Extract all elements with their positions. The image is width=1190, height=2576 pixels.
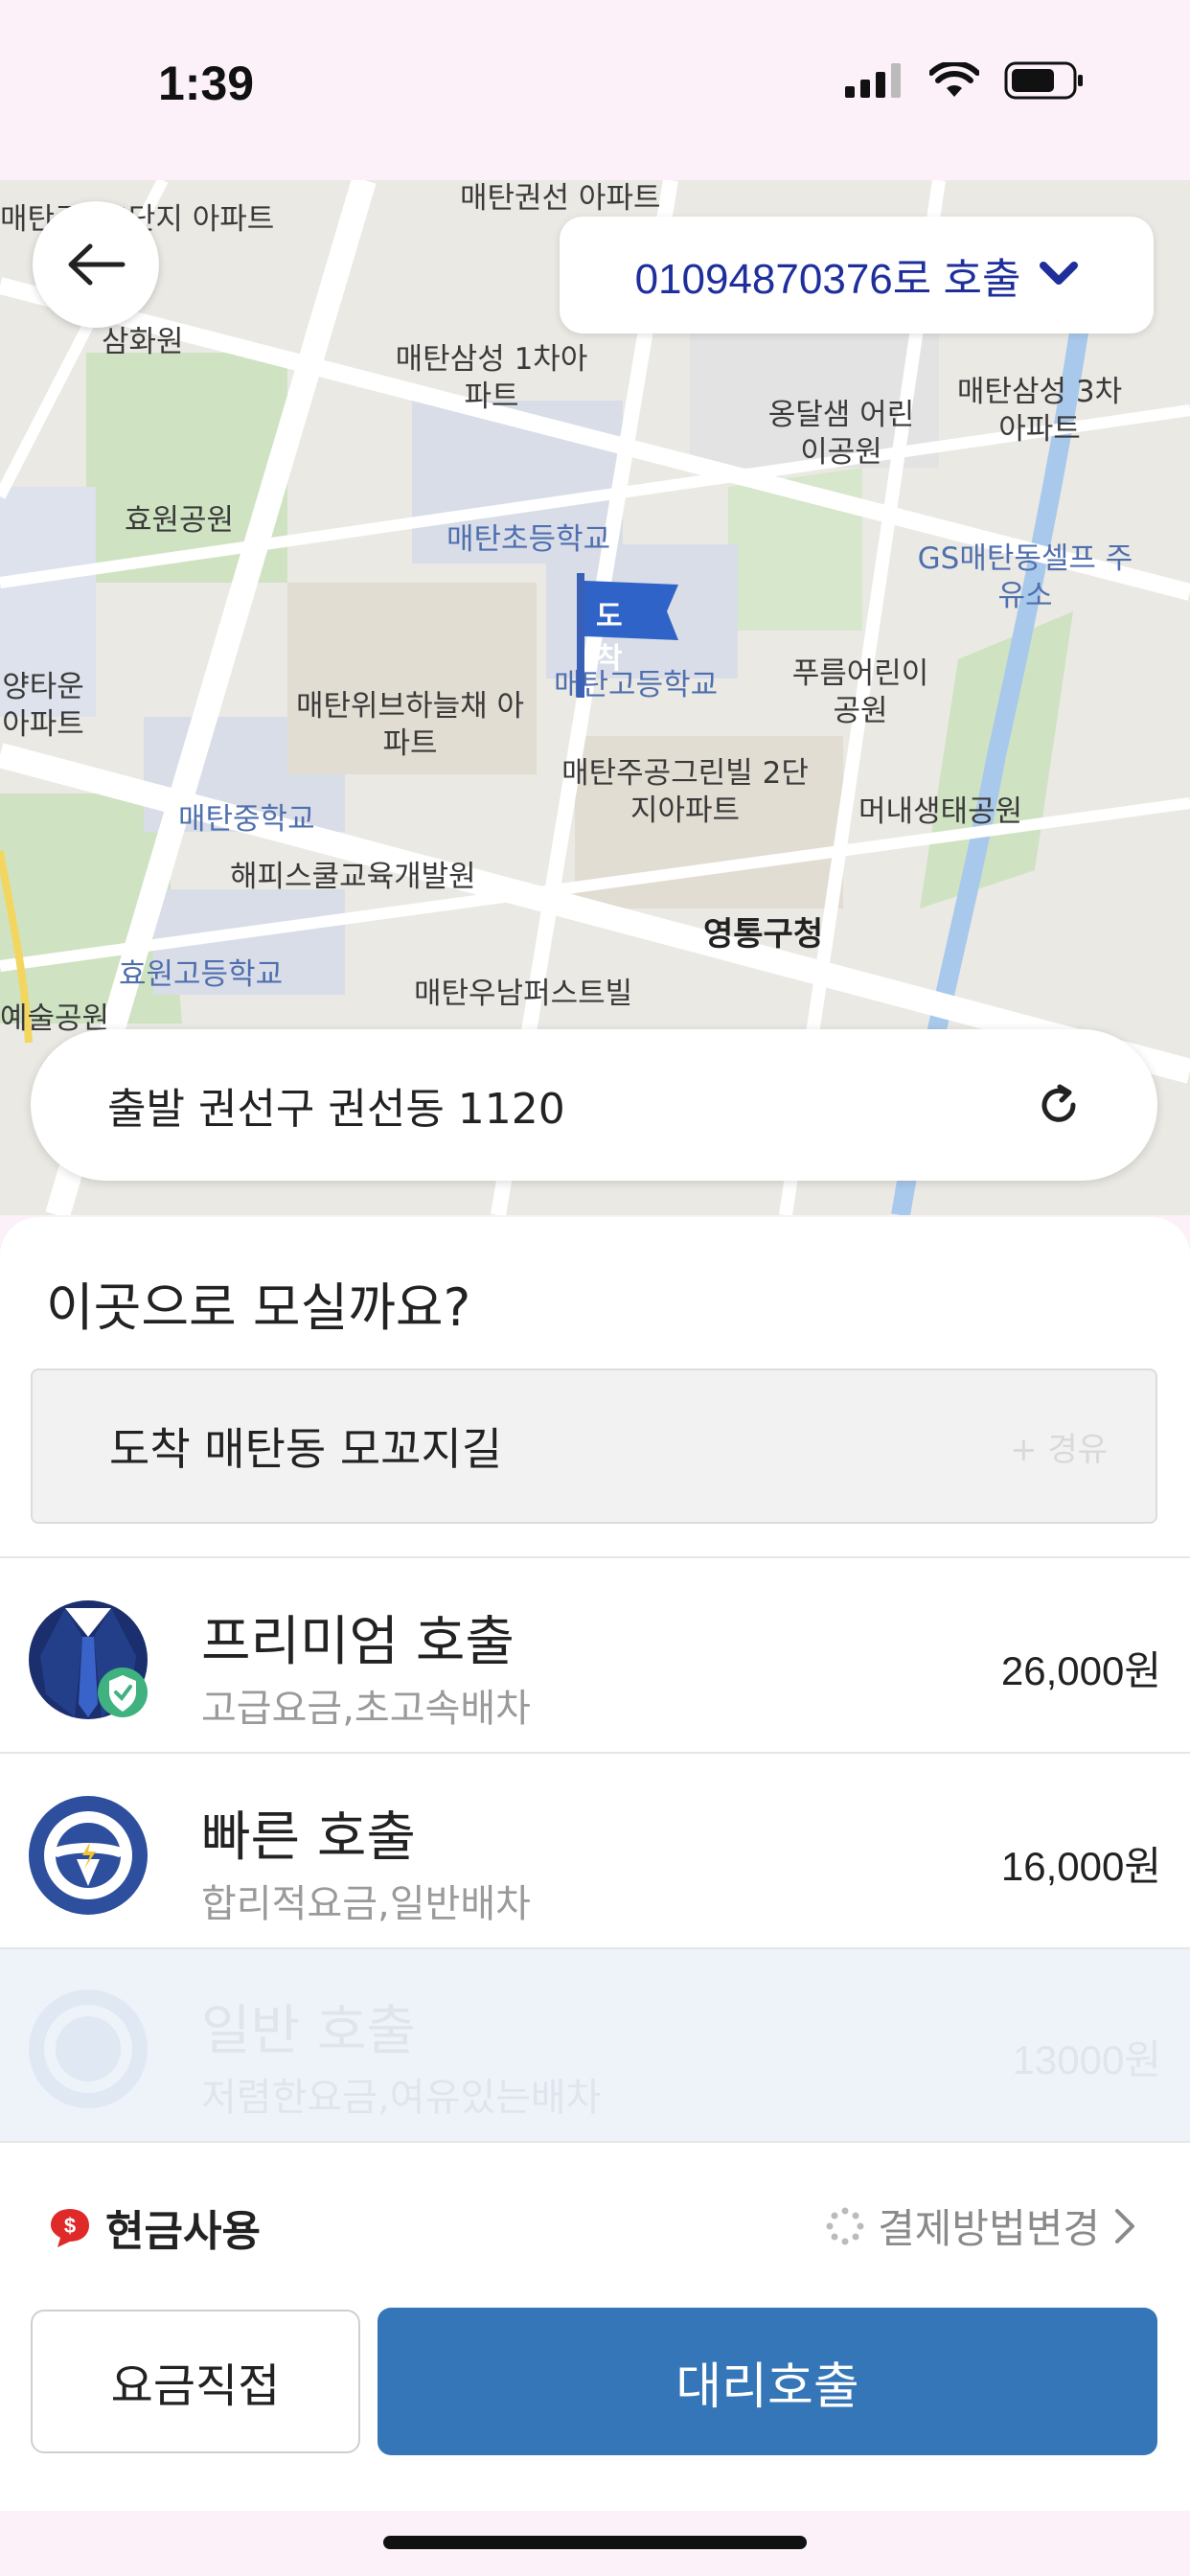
option-subtitle: 합리적요금,일반배차 xyxy=(201,1882,531,1926)
loading-spinner-icon xyxy=(826,2207,864,2244)
option-price: 16,000원 xyxy=(1000,1844,1161,1889)
refresh-icon[interactable] xyxy=(1037,1083,1081,1127)
cash-icon: $ xyxy=(51,2209,89,2247)
option-price: 13000원 xyxy=(1012,2037,1161,2082)
map-label: 매탄권선 아파트 xyxy=(460,181,661,216)
payment-method-label: 현금사용 xyxy=(105,2207,261,2256)
destination-flag-label: 도착 xyxy=(596,600,623,676)
map-label: 삼화원 xyxy=(102,325,184,359)
map-label: 옹달샘 어린이공원 xyxy=(767,398,915,470)
map-label: 양타운 아파트 xyxy=(2,670,84,742)
map-label: 머내생태공원 xyxy=(858,794,1023,829)
steering-wheel-icon xyxy=(29,1796,148,1915)
battery-icon xyxy=(1004,61,1083,100)
destination-text: 도착 매탄동 모꼬지길 xyxy=(109,1423,503,1475)
payment-row: $ 현금사용 결제방법변경 xyxy=(0,2185,1190,2262)
back-button[interactable] xyxy=(33,201,159,328)
chevron-down-icon xyxy=(1040,262,1079,285)
option-title: 일반 호출 xyxy=(201,2000,416,2062)
divider xyxy=(0,1752,1190,1754)
map-label: 매탄중학교 xyxy=(178,802,315,837)
option-subtitle: 저렴한요금,여유있는배차 xyxy=(201,2076,602,2120)
svg-text:$: $ xyxy=(64,2214,76,2238)
map-label: 매탄초등학교 xyxy=(446,522,611,557)
option-price: 26,000원 xyxy=(1000,1648,1161,1693)
payment-method: $ 현금사용 xyxy=(48,2196,261,2258)
map-label: 푸름어린이 공원 xyxy=(791,656,929,728)
fare-direct-button[interactable]: 요금직접 xyxy=(31,2310,360,2453)
map-label: 영통구청 xyxy=(703,915,824,954)
origin-text: 출발 권선구 권선동 1120 xyxy=(107,1085,565,1134)
premium-driver-icon xyxy=(29,1600,148,1719)
change-payment-label: 결제방법변경 xyxy=(878,2205,1100,2252)
option-premium-call[interactable]: 프리미엄 호출 고급요금,초고속배차 26,000원 xyxy=(0,1560,1190,1752)
destination-field[interactable]: 도착 매탄동 모꼬지길 + 경유 xyxy=(31,1368,1157,1524)
map-label: 효원고등학교 xyxy=(119,957,284,992)
option-fast-call[interactable]: 빠른 호출 합리적요금,일반배차 16,000원 xyxy=(0,1756,1190,1947)
wifi-icon xyxy=(929,62,979,97)
map-label: 해피스쿨교육개발원 xyxy=(230,860,476,894)
home-indicator[interactable] xyxy=(383,2536,807,2549)
map-label: 매탄위브하늘채 아파트 xyxy=(295,689,524,761)
call-number-label: 01094870376로 호출 xyxy=(634,256,1021,303)
sheet-title: 이곳으로 모실까요? xyxy=(46,1277,471,1338)
status-icons xyxy=(845,61,1085,100)
map-label: GS매탄동셀프 주유소 xyxy=(917,541,1133,613)
option-normal-call: 일반 호출 저렴한요금,여유있는배차 13000원 xyxy=(0,1949,1190,2141)
change-payment-button[interactable]: 결제방법변경 xyxy=(826,2196,1136,2255)
option-title: 프리미엄 호출 xyxy=(201,1611,515,1673)
map-label: 효원공원 xyxy=(125,503,235,538)
divider xyxy=(0,1556,1190,1558)
status-time: 1:39 xyxy=(158,57,255,110)
steering-wheel-icon xyxy=(29,1990,148,2108)
add-waypoint-hint[interactable]: + 경유 xyxy=(1010,1423,1108,1470)
call-number-selector[interactable]: 01094870376로 호출 xyxy=(560,217,1154,334)
option-subtitle: 고급요금,초고속배차 xyxy=(201,1687,531,1731)
origin-bar[interactable]: 출발 권선구 권선동 1120 xyxy=(31,1029,1157,1181)
map-label: 매탄삼성 3차아파트 xyxy=(956,375,1123,447)
signal-icon xyxy=(845,63,901,98)
map-label: 매탄삼성 1차아파트 xyxy=(395,342,588,414)
map-label: 매탄주공그린빌 2단지아파트 xyxy=(561,756,809,828)
call-driver-button[interactable]: 대리호출 xyxy=(378,2308,1157,2455)
flag-icon xyxy=(577,573,678,698)
map-label: 매탄우남퍼스트빌 xyxy=(414,977,633,1011)
arrow-left-icon xyxy=(68,243,126,286)
chevron-right-icon xyxy=(1115,2208,1134,2243)
status-bar: 1:39 xyxy=(0,0,1190,180)
option-title: 빠른 호출 xyxy=(201,1806,416,1869)
divider xyxy=(0,2141,1190,2143)
